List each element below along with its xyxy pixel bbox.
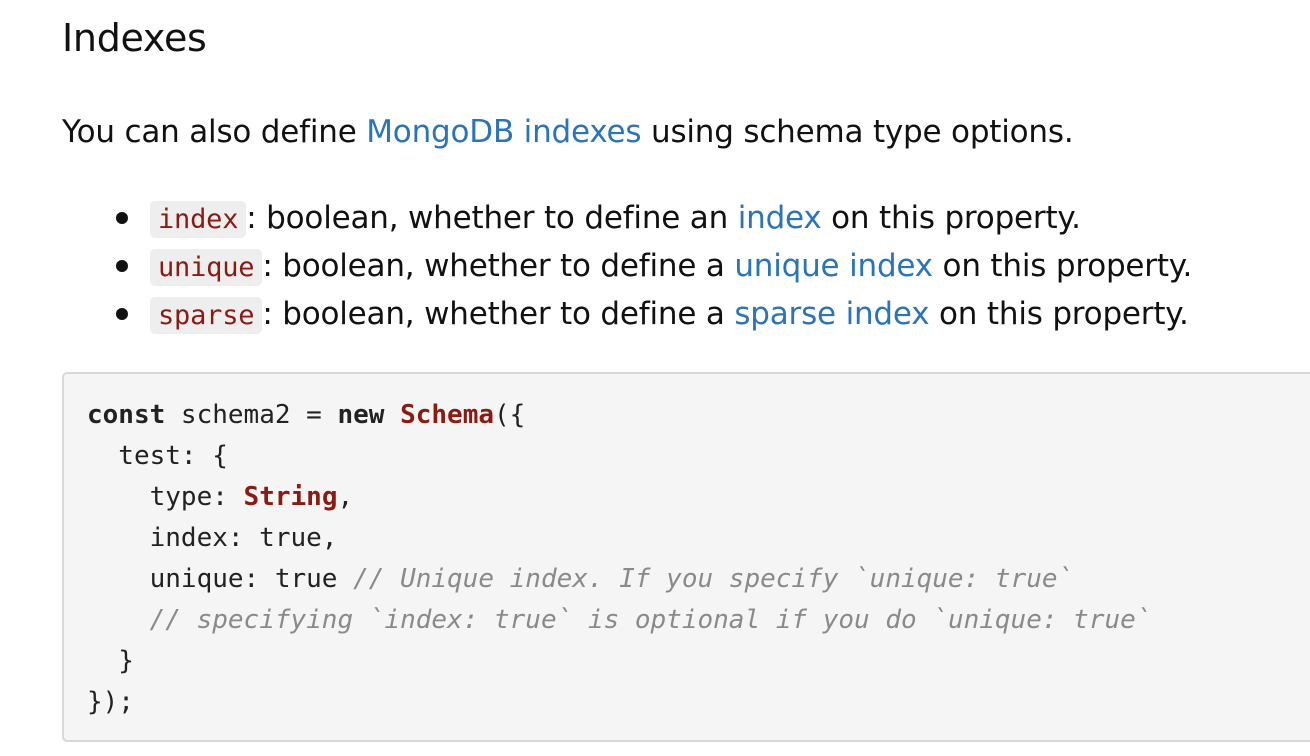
code-comment: // Unique index. If you specify `unique:… xyxy=(353,564,1074,594)
index-link[interactable]: index xyxy=(738,200,822,236)
code-text: type: xyxy=(87,482,244,512)
code-keyword: new xyxy=(337,400,385,430)
code-keyword: const xyxy=(87,400,166,430)
code-line: } xyxy=(87,646,134,676)
list-item-unique: unique: boolean, whether to define a uni… xyxy=(112,242,1192,290)
option-text: on this property. xyxy=(929,296,1189,332)
intro-text-after: using schema type options. xyxy=(641,114,1074,150)
option-text: : boolean, whether to define a xyxy=(262,248,735,284)
intro-paragraph: You can also define MongoDB indexes usin… xyxy=(62,108,1074,156)
option-text: on this property. xyxy=(821,200,1081,236)
section-heading: Indexes xyxy=(62,16,207,60)
code-line: }); xyxy=(87,687,134,717)
code-line: test: { xyxy=(87,441,228,471)
code-text: ({ xyxy=(494,400,526,430)
unique-index-link[interactable]: unique index xyxy=(734,248,933,284)
list-item-sparse: sparse: boolean, whether to define a spa… xyxy=(112,290,1192,338)
option-text: on this property. xyxy=(932,248,1193,284)
code-comment: // specifying `index: true` is optional … xyxy=(149,605,1152,635)
option-text: : boolean, whether to define an xyxy=(246,200,738,236)
index-options-list: index: boolean, whether to define an ind… xyxy=(112,194,1192,338)
code-line: index: true, xyxy=(87,523,338,553)
sparse-index-link[interactable]: sparse index xyxy=(734,296,929,332)
code-text: , xyxy=(337,482,354,512)
mongodb-indexes-link[interactable]: MongoDB indexes xyxy=(366,114,641,150)
code-text: unique: true xyxy=(87,564,354,594)
code-listing: const schema2 = new Schema({ test: { typ… xyxy=(87,395,1151,723)
option-text: : boolean, whether to define a xyxy=(262,296,735,332)
inline-code-index: index xyxy=(150,201,247,238)
code-block: const schema2 = new Schema({ test: { typ… xyxy=(62,372,1310,742)
inline-code-unique: unique xyxy=(150,249,263,286)
inline-code-sparse: sparse xyxy=(150,297,263,334)
code-type: Schema xyxy=(400,400,495,430)
bullet-icon xyxy=(116,212,128,224)
list-item-index: index: boolean, whether to define an ind… xyxy=(112,194,1192,242)
code-text: schema2 = xyxy=(165,400,338,430)
code-type: String xyxy=(243,482,338,512)
bullet-icon xyxy=(116,260,128,272)
intro-text-before: You can also define xyxy=(62,114,367,150)
bullet-icon xyxy=(116,308,128,320)
